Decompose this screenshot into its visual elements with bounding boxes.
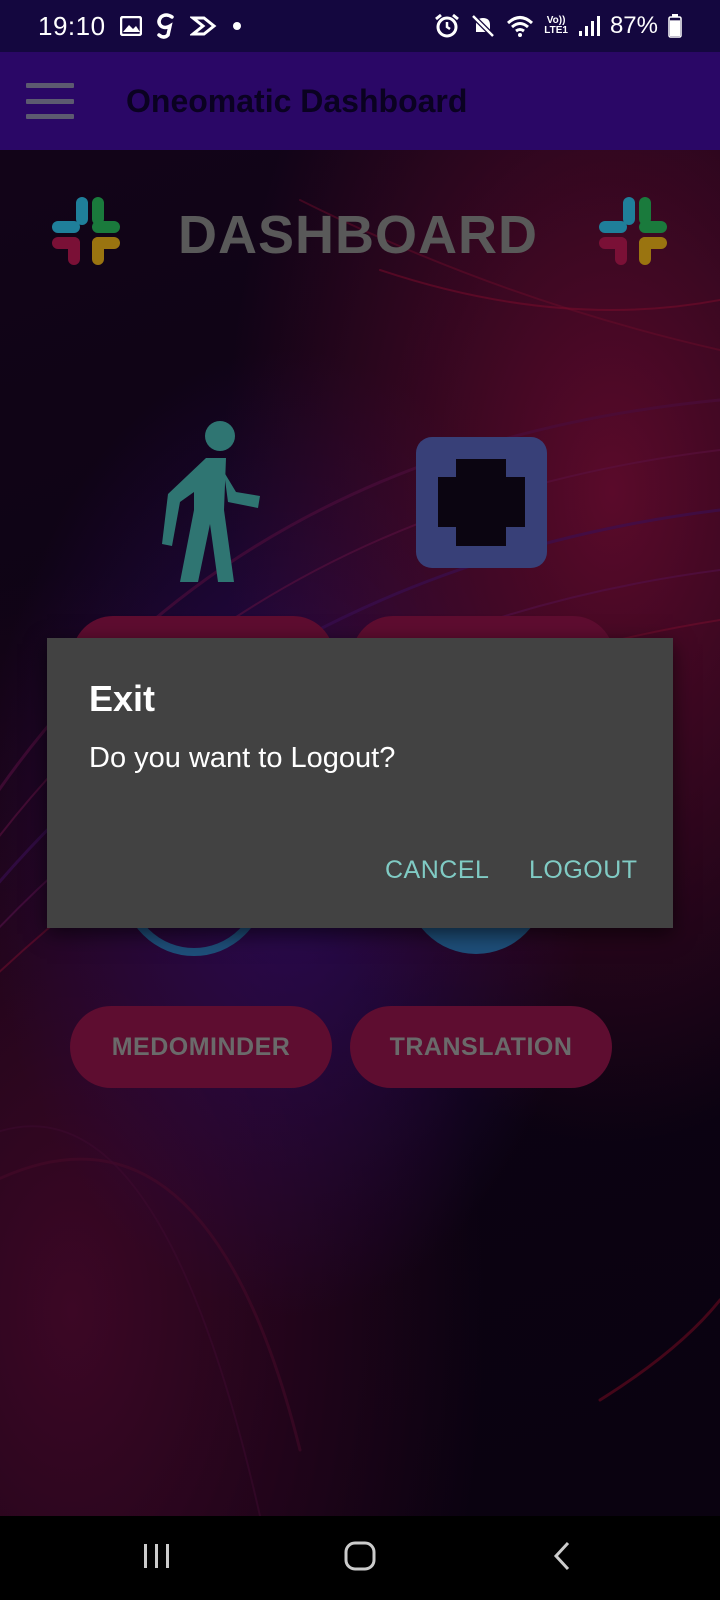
dialog-message: Do you want to Logout? bbox=[89, 742, 396, 774]
dialog-title: Exit bbox=[89, 678, 156, 719]
gallery-icon bbox=[119, 16, 142, 36]
app-bar: Oneomatic Dashboard bbox=[0, 52, 720, 150]
signal-icon bbox=[578, 15, 600, 37]
dotlink-icon bbox=[189, 14, 218, 38]
hamburger-menu-icon[interactable] bbox=[26, 83, 74, 119]
battery-icon bbox=[668, 14, 682, 38]
g-app-icon bbox=[156, 13, 176, 39]
app-title: Oneomatic Dashboard bbox=[126, 82, 468, 119]
dot-icon bbox=[232, 21, 242, 31]
walking-person-icon[interactable] bbox=[162, 420, 266, 582]
navigation-bar bbox=[0, 1516, 720, 1600]
recent-apps-icon[interactable] bbox=[140, 1538, 174, 1574]
slack-logo-right-icon bbox=[599, 197, 667, 265]
battery-percent: 87% bbox=[609, 12, 658, 39]
cancel-button[interactable]: CANCEL bbox=[385, 856, 489, 885]
dashboard-heading: DASHBOARD bbox=[178, 205, 538, 265]
medical-cross-icon[interactable] bbox=[416, 437, 547, 568]
translation-button[interactable]: TRANSLATION bbox=[350, 1006, 612, 1088]
mute-icon bbox=[470, 13, 496, 39]
home-icon[interactable] bbox=[342, 1538, 378, 1574]
wifi-icon bbox=[506, 14, 534, 38]
slack-logo-left-icon bbox=[52, 197, 120, 265]
back-icon[interactable] bbox=[548, 1538, 578, 1574]
volte-icon: Vo)) LTE1 bbox=[544, 15, 568, 36]
logout-dialog: Exit Do you want to Logout? CANCEL LOGOU… bbox=[47, 638, 673, 928]
status-time: 19:10 bbox=[38, 10, 106, 41]
logout-button[interactable]: LOGOUT bbox=[529, 856, 638, 885]
status-bar: 19:10 Vo)) LTE1 87% bbox=[0, 0, 720, 52]
alarm-icon bbox=[434, 13, 460, 39]
medominder-button[interactable]: MEDOMINDER bbox=[70, 1006, 332, 1088]
